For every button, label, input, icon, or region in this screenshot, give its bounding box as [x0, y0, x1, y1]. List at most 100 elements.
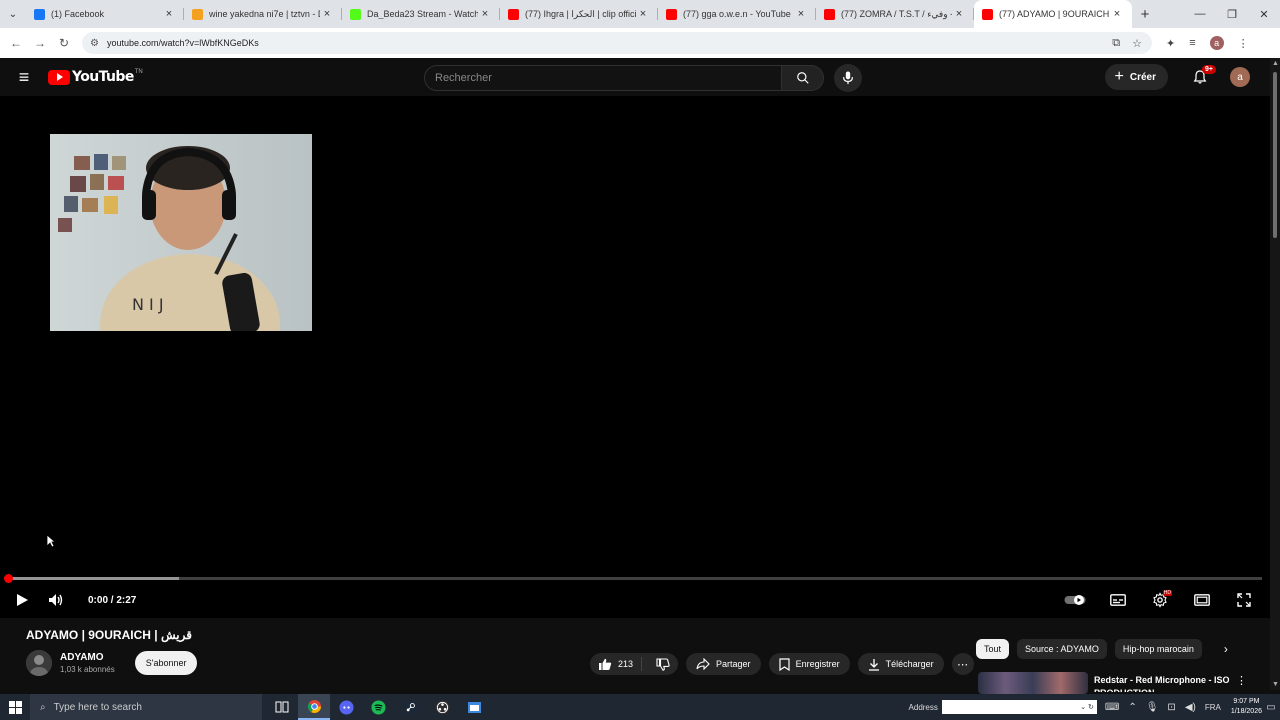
progress-bar[interactable]	[4, 574, 1262, 583]
like-button[interactable]: 213	[590, 657, 643, 671]
create-button[interactable]: + Créer	[1104, 64, 1168, 90]
spotify-icon[interactable]	[362, 694, 394, 720]
browser-tab[interactable]: (1) Facebook ×	[26, 0, 184, 28]
search-input[interactable]	[424, 65, 782, 91]
more-actions-button[interactable]: ⋯	[951, 653, 974, 675]
tab-title: (77) ZOMRA / T.S.T / وفيء - Y	[841, 8, 952, 19]
clock-time: 9:07 PM	[1233, 698, 1260, 705]
browser-menu-icon[interactable]: ⋮	[1238, 37, 1249, 50]
maximize-icon[interactable]: ❐	[1216, 8, 1248, 21]
windows-logo-icon	[8, 700, 22, 714]
scrollbar-thumb[interactable]	[1273, 72, 1277, 238]
download-button[interactable]: Télécharger	[857, 653, 944, 675]
youtube-header: ≡ YouTube TN + Créer 9+ a	[0, 58, 1270, 96]
youtube-logo[interactable]: YouTube TN	[48, 69, 143, 85]
app-window-icon[interactable]	[458, 694, 490, 720]
new-tab-button[interactable]: +	[1132, 6, 1158, 23]
task-view-icon[interactable]	[266, 694, 298, 720]
tab-close-icon[interactable]: ×	[1110, 8, 1124, 20]
forward-icon[interactable]: →	[28, 36, 52, 50]
browser-tab-bar: ⌄ (1) Facebook × wine yakedna ni7e | tztvn…	[0, 0, 1280, 28]
thumbs-down-icon	[656, 657, 670, 671]
tray-chevron-up-icon[interactable]: ⌃	[1128, 702, 1136, 713]
subtitles-icon	[1110, 594, 1126, 606]
obs-icon[interactable]	[426, 694, 458, 720]
reload-icon[interactable]: ↻	[52, 36, 76, 50]
chrome-icon[interactable]	[298, 694, 330, 720]
dropdown-chevron-icon[interactable]: ⌄ ↻	[1080, 703, 1094, 711]
media-controls-icon[interactable]: ≡	[1189, 37, 1195, 49]
browser-tab[interactable]: (77) ZOMRA / T.S.T / وفيء - Y×	[816, 0, 974, 28]
recommended-title[interactable]: Redstar - Red Microphone - ISO PRODUCTIO…	[1094, 674, 1230, 692]
recommended-thumbnail[interactable]	[978, 672, 1088, 694]
settings-button[interactable]: HD	[1148, 588, 1172, 612]
tab-close-icon[interactable]: ×	[320, 8, 334, 20]
save-button[interactable]: Enregistrer	[768, 653, 850, 675]
filter-chip[interactable]: Hip-hop marocain	[1114, 639, 1202, 659]
system-clock[interactable]: 9:07 PM 1/18/2026	[1231, 697, 1262, 717]
scroll-up-arrow-icon[interactable]: ▲	[1272, 60, 1279, 67]
discord-icon[interactable]	[330, 694, 362, 720]
video-player[interactable]: N I J 0:00 / 2:27 HD	[0, 96, 1270, 618]
youtube-logo-text: YouTube	[72, 69, 134, 85]
tab-close-icon[interactable]: ×	[952, 8, 966, 20]
subscribe-button[interactable]: S'abonner	[134, 651, 198, 675]
fullscreen-icon	[1237, 593, 1251, 607]
tab-search-chevron-icon[interactable]: ⌄	[0, 0, 26, 28]
autoplay-toggle[interactable]	[1062, 588, 1088, 612]
close-window-icon[interactable]: ✕	[1248, 8, 1280, 21]
fullscreen-button[interactable]	[1232, 588, 1256, 612]
channel-avatar[interactable]	[26, 650, 52, 676]
extensions-icon[interactable]: ✦	[1166, 37, 1175, 50]
filter-chip[interactable]: Source : ADYAMO	[1017, 639, 1107, 659]
tab-close-icon[interactable]: ×	[162, 8, 176, 20]
install-app-icon[interactable]: ⧉	[1112, 37, 1120, 50]
notification-badge: 9+	[1202, 65, 1216, 74]
bookmark-star-icon[interactable]: ☆	[1132, 37, 1142, 50]
scroll-down-arrow-icon[interactable]: ▼	[1272, 681, 1279, 688]
search-button[interactable]	[782, 65, 824, 91]
tab-close-icon[interactable]: ×	[478, 8, 492, 20]
tab-favicon-icon	[34, 8, 45, 20]
taskbar-search[interactable]: ⌕ Type here to search	[30, 694, 262, 720]
microphone-tray-icon[interactable]: 🎙	[1146, 702, 1159, 713]
guide-menu-icon[interactable]: ≡	[0, 67, 48, 88]
language-indicator[interactable]: FRA	[1205, 703, 1221, 712]
site-info-icon[interactable]: ⚙	[90, 38, 99, 49]
notifications-button[interactable]: 9+	[1182, 65, 1218, 85]
start-button[interactable]	[0, 700, 30, 714]
like-count: 213	[618, 659, 634, 669]
browser-tab[interactable]: (77) gga o.w.e.n - YouTube ×	[658, 0, 816, 28]
minimize-icon[interactable]: —	[1184, 8, 1216, 21]
miniplayer-button[interactable]	[1190, 588, 1214, 612]
tab-close-icon[interactable]: ×	[636, 8, 650, 20]
voice-search-button[interactable]	[834, 64, 862, 92]
browser-tab[interactable]: (77) ADYAMO | 9OURAICH | قريش×	[974, 0, 1132, 28]
scrubber-handle[interactable]	[4, 574, 13, 583]
account-avatar[interactable]: a	[1230, 67, 1250, 87]
address-toolbar-input[interactable]: ⌄ ↻	[941, 700, 1097, 714]
dislike-button[interactable]	[648, 657, 678, 671]
network-icon[interactable]: ⊡	[1167, 702, 1175, 713]
back-icon[interactable]: ←	[4, 36, 28, 50]
page-scrollbar[interactable]: ▲ ▼	[1270, 58, 1280, 690]
chevron-right-icon[interactable]: ›	[1216, 642, 1236, 656]
keyboard-icon[interactable]: ⌨	[1105, 702, 1119, 713]
browser-tab[interactable]: wine yakedna ni7e | tztvn - Doo×	[184, 0, 342, 28]
play-button[interactable]	[10, 588, 34, 612]
action-center-icon[interactable]: ▭	[1262, 702, 1280, 713]
channel-name[interactable]: ADYAMO	[60, 652, 115, 663]
tab-close-icon[interactable]: ×	[794, 8, 808, 20]
browser-tab[interactable]: (77) Ihgra | الحكرا | clip officiel×	[500, 0, 658, 28]
profile-avatar[interactable]: a	[1209, 36, 1224, 50]
steam-icon[interactable]	[394, 694, 426, 720]
more-vertical-icon[interactable]: ⋮	[1236, 674, 1247, 694]
browser-tab[interactable]: Da_Beda23 Stream - Watch Liv×	[342, 0, 500, 28]
url-bar[interactable]: ⚙ youtube.com/watch?v=lWbfKNGeDKs ⧉ ☆	[82, 32, 1152, 54]
share-button[interactable]: Partager	[686, 653, 761, 675]
volume-button[interactable]	[44, 588, 68, 612]
filter-chip[interactable]: Tout	[976, 639, 1010, 659]
subtitles-button[interactable]	[1106, 588, 1130, 612]
recommended-video[interactable]: Redstar - Red Microphone - ISO PRODUCTIO…	[978, 672, 1247, 694]
speaker-icon[interactable]: ◀)	[1185, 702, 1196, 713]
